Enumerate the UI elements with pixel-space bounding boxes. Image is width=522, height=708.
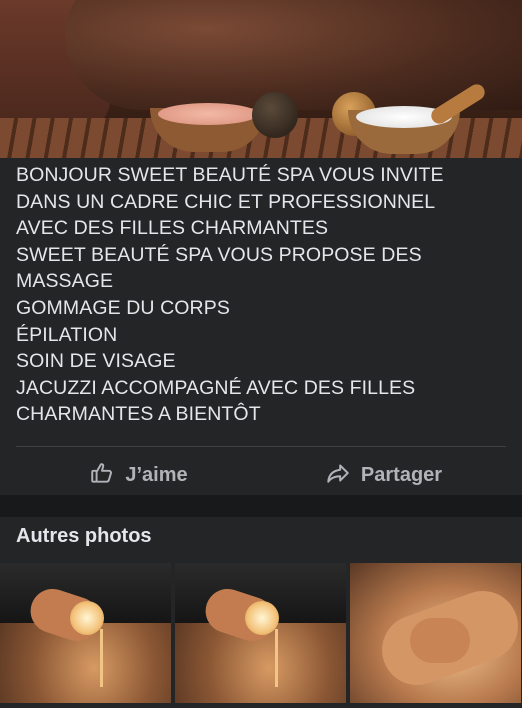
post-line: MASSAGE [16, 270, 114, 293]
post-line: ÉPILATION [16, 323, 118, 346]
share-label: Partager [360, 464, 443, 487]
arm [65, 0, 522, 110]
other-photos-section: Autres photos [0, 517, 522, 708]
post-card: BONJOUR SWEET BEAUTÉ SPA VOUS INVITE DAN… [0, 158, 522, 495]
post-line: BONJOUR SWEET BEAUTÉ SPA VOUS INVITE [16, 164, 444, 186]
post-line: JACUZZI ACCOMPAGNÉ AVEC DES FILLES [16, 376, 416, 399]
photo-thumbnail[interactable] [350, 563, 521, 703]
share-button[interactable]: Partager [261, 460, 506, 492]
post-photo[interactable] [0, 0, 522, 158]
share-arrow-icon [325, 460, 351, 492]
oil-drip [100, 629, 103, 687]
oil-drip [275, 629, 278, 687]
hand [410, 618, 470, 663]
photo-thumbnails [0, 563, 522, 703]
post-line: DANS UN CADRE CHIC ET PROFESSIONNEL [16, 190, 436, 213]
post-text: BONJOUR SWEET BEAUTÉ SPA VOUS INVITE DAN… [16, 162, 506, 428]
thumbs-up-icon [89, 460, 115, 492]
photo-thumbnail[interactable] [175, 563, 346, 703]
post-line: GOMMAGE DU CORPS [16, 296, 230, 319]
like-label: J’aime [125, 464, 188, 487]
post-line: SOIN DE VISAGE [16, 350, 176, 373]
post-line: CHARMANTES A BIENTÔT [16, 403, 261, 426]
other-photos-title: Autres photos [16, 525, 152, 547]
like-button[interactable]: J’aime [16, 460, 261, 492]
photo-thumbnail[interactable] [0, 563, 171, 703]
candle [70, 601, 104, 635]
post-line: AVEC DES FILLES CHARMANTES [16, 217, 329, 240]
candle [245, 601, 279, 635]
post-line: SWEET BEAUTÉ SPA VOUS PROPOSE DES [16, 243, 422, 266]
pink-salt [158, 103, 258, 125]
section-gap [0, 495, 522, 517]
decorative-ball [252, 92, 298, 138]
